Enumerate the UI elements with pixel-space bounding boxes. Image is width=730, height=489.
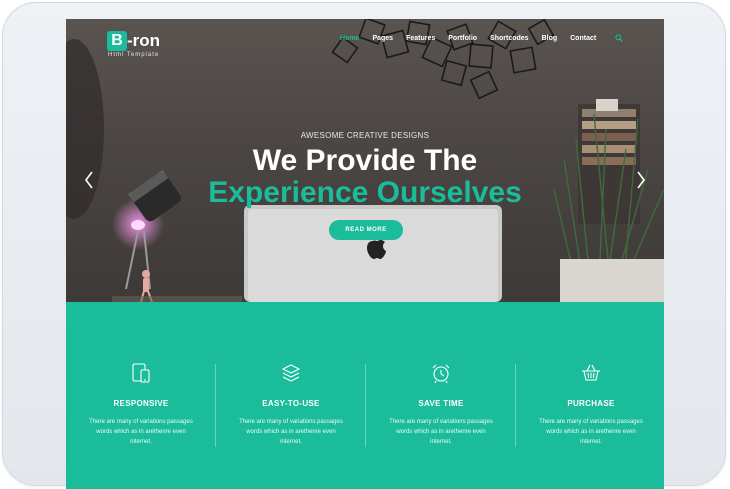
alarm-clock-icon [432,364,450,384]
read-more-button[interactable]: READ MORE [329,220,403,240]
feature-description: There are many of variations passages wo… [239,419,343,445]
nav-item-portfolio[interactable]: Portfolio [448,33,477,45]
logo-name: -ron [127,31,161,50]
hero-heading-line2: Experience Ourselves [208,176,522,209]
nav-item-home[interactable]: Home [340,33,359,45]
feature-description: There are many of variations passages wo… [539,419,643,445]
chevron-left-icon[interactable] [84,171,94,189]
hero-slider: B -ron Html Template Home Pages Features… [66,19,664,302]
basket-icon [582,364,600,381]
feature-save-time: SAVE TIME There are many of variations p… [366,302,516,489]
devices-icon [132,363,150,383]
layers-icon [281,364,301,382]
feature-easy-to-use: EASY-TO-USE There are many of variations… [216,302,366,489]
feature-title: EASY-TO-USE [262,399,320,408]
feature-title: RESPONSIVE [113,399,169,408]
website-screen: B -ron Html Template Home Pages Features… [66,19,664,489]
feature-responsive: RESPONSIVE There are many of variations … [66,302,216,489]
nav-item-shortcodes[interactable]: Shortcodes [490,33,529,45]
chevron-right-icon[interactable] [636,171,646,189]
logo-letter: B [107,31,127,51]
features-section: RESPONSIVE There are many of variations … [66,302,664,489]
nav-item-contact[interactable]: Contact [570,33,596,45]
feature-title: SAVE TIME [418,399,464,408]
logo-tagline: Html Template [108,52,160,58]
hero-heading-line1: We Provide The [252,144,478,177]
search-icon[interactable] [615,34,623,42]
feature-purchase: PURCHASE There are many of variations pa… [516,302,664,489]
top-navbar: B -ron Html Template Home Pages Features… [66,19,664,69]
nav-item-pages[interactable]: Pages [372,33,393,45]
hero-subtitle: AWESOME CREATIVE DESIGNS [300,131,430,140]
main-menu: Home Pages Features Portfolio Shortcodes… [340,33,609,45]
feature-title: PURCHASE [567,399,615,408]
nav-item-blog[interactable]: Blog [542,33,558,45]
feature-description: There are many of variations passages wo… [389,419,493,445]
feature-description: There are many of variations passages wo… [89,419,193,445]
nav-item-features[interactable]: Features [406,33,435,45]
